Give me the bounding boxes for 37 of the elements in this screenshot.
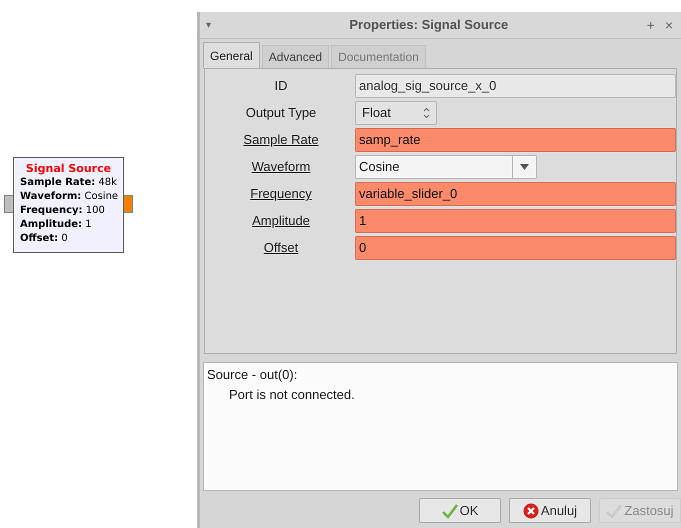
field-label: Amplitude [252,212,310,230]
dialog-button[interactable]: Anuluj [509,498,591,523]
spin-field[interactable]: Float [355,101,437,125]
dropdown[interactable]: Cosine [355,155,537,179]
block-param: Sample Rate: 48k [20,176,117,190]
field-label: Waveform [252,158,310,176]
text-field[interactable]: samp_rate [355,128,676,152]
cancel-icon [522,502,539,518]
block-title: Signal Source [24,162,112,176]
text-field[interactable]: analog_sig_source_x_0 [355,74,676,98]
tab[interactable]: Advanced [262,45,330,68]
caret-icon [520,164,529,170]
block-param: Waveform: Cosine [20,190,117,204]
window-menu-button[interactable]: ▾ [206,18,211,32]
pin-button[interactable]: + [646,14,655,36]
close-button[interactable]: × [664,14,673,36]
tab[interactable]: General [203,42,260,68]
text-field[interactable]: variable_slider_0 [355,182,676,206]
signal-block[interactable]: Signal Source Sample Rate: 48k Waveform: Cosine Frequency: 100 Amplitude: 1 Offset: 0 [13,157,124,253]
text-field[interactable]: 0 [355,236,676,260]
spin-arrows-icon [423,107,430,119]
field-label: Offset [264,239,298,258]
dialog-button[interactable]: OK [419,498,501,523]
block-param: Amplitude: 1 [20,218,93,232]
field-label: ID [274,77,288,96]
window-title: Properties: Signal Source [348,16,510,34]
output-port[interactable] [123,195,133,213]
text-field[interactable]: 1 [355,209,676,233]
field-label: Sample Rate [243,131,319,150]
field-label: Frequency [250,185,312,204]
message-heading: Source - out(0): [207,366,298,384]
check-icon [442,502,458,518]
message-text: Port is not connected. [228,386,356,404]
block-param: Frequency: 100 [20,204,106,218]
input-port[interactable] [4,195,14,213]
field-label: Output Type [246,104,316,122]
block-param: Offset: 0 [20,232,69,246]
